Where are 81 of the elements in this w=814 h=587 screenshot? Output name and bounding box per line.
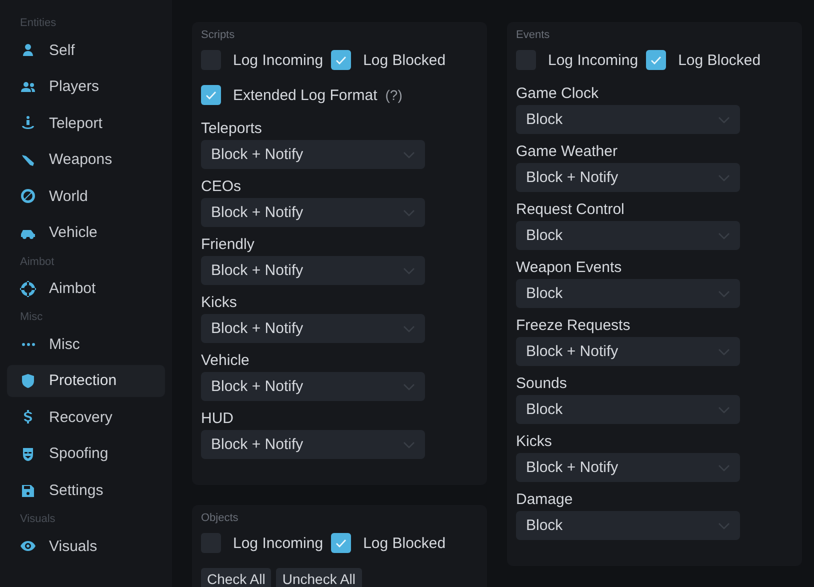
dropdown[interactable]: Block + Notify [201,198,425,227]
chevron-down-icon [403,266,415,274]
chevron-down-icon [403,382,415,390]
dropdown-label: Kicks [201,293,238,313]
sidebar-item[interactable]: Settings [7,474,165,507]
dropdown[interactable]: Block [516,105,740,134]
mask-icon [20,446,36,462]
dropdown-label: Weapon Events [516,258,623,278]
section-title: Aimbot [19,254,56,270]
checkbox[interactable] [331,50,352,70]
panel-title: Objects [201,512,240,524]
dropdown-label: Request Control [516,200,626,220]
dropdown-label: CEOs [201,177,242,197]
sidebar-item[interactable]: Aimbot [7,272,165,305]
sidebar-item[interactable]: Players [7,70,165,103]
dropdown[interactable]: Block + Notify [201,314,425,343]
chevron-down-icon [718,406,730,414]
sidebar-item[interactable]: World [7,180,165,212]
sidebar-item[interactable]: Teleport [7,107,165,140]
sidebar-item[interactable]: Vehicle [7,216,165,249]
chevron-down-icon [403,150,415,158]
sidebar-item[interactable]: Misc [7,328,165,360]
dropdown-label: Sounds [516,374,568,394]
dropdown[interactable]: Block [516,395,740,424]
dropdown-label: Kicks [516,432,553,452]
checkbox-label: Log Incoming [548,52,638,68]
chevron-down-icon [718,348,730,356]
checkbox-label: Log Blocked [678,52,761,68]
sidebar-item[interactable]: Spoofing [7,438,165,470]
dropdown-label: Game Weather [516,142,618,162]
dropdown-label: Freeze Requests [516,316,632,336]
dropdown-label: Vehicle [201,351,250,371]
section-title: Visuals [19,512,56,528]
dropdown[interactable]: Block [516,279,740,308]
dropdown[interactable]: Block + Notify [201,372,425,401]
section-title: Misc [19,310,44,326]
person-on-pad-icon [20,115,36,132]
dropdown-label: Damage [516,490,574,510]
person-icon [20,42,36,58]
dropdown-label: HUD [201,409,234,429]
chevron-down-icon [718,522,730,530]
chevron-down-icon [718,174,730,182]
dropdown[interactable]: Block + Notify [201,140,425,169]
dropdown[interactable]: Block + Notify [201,256,425,285]
chevron-down-icon [403,208,415,216]
panel-title: Scripts [201,29,236,41]
checkbox-label: Extended Log Format [233,86,378,104]
checkbox[interactable] [201,85,221,105]
chevron-down-icon [403,440,415,448]
sidebar-item[interactable]: Visuals [7,530,165,562]
sidebar-item[interactable]: Self [7,34,165,66]
checkbox-label: Log Blocked [363,534,446,552]
chevron-down-icon [718,116,730,124]
chevron-down-icon [403,324,415,332]
help-hint[interactable]: (?) [385,87,402,103]
checkbox-label: Log Incoming [233,534,324,552]
dropdown[interactable]: Block + Notify [516,337,740,366]
dropdown-label: Friendly [201,235,256,255]
dropdown[interactable]: Block + Notify [201,430,425,459]
dropdown[interactable]: Block + Notify [516,163,740,192]
dropdown[interactable]: Block [516,511,740,540]
checkbox[interactable] [331,533,352,553]
action-button[interactable]: Check All [201,568,272,587]
dropdown[interactable]: Block + Notify [516,453,740,482]
dropdown[interactable]: Block [516,221,740,250]
chevron-down-icon [718,290,730,298]
section-title: Entities [19,16,58,31]
checkbox[interactable] [646,50,666,70]
panel-title: Events [516,29,551,41]
chevron-down-icon [718,232,730,240]
chevron-down-icon [718,464,730,472]
sidebar-item[interactable]: Protection [7,364,165,397]
checkbox-label: Log Blocked [363,52,446,68]
checkbox-label: Log Incoming [233,52,324,68]
action-button[interactable]: Uncheck All [276,568,362,587]
sidebar-item[interactable]: Weapons [7,144,165,176]
dots-icon [22,342,34,346]
dropdown-label: Game Clock [516,84,600,104]
sidebar-item[interactable]: Recovery [7,401,165,434]
shield-icon [20,372,36,389]
dropdown-label: Teleports [201,119,263,139]
